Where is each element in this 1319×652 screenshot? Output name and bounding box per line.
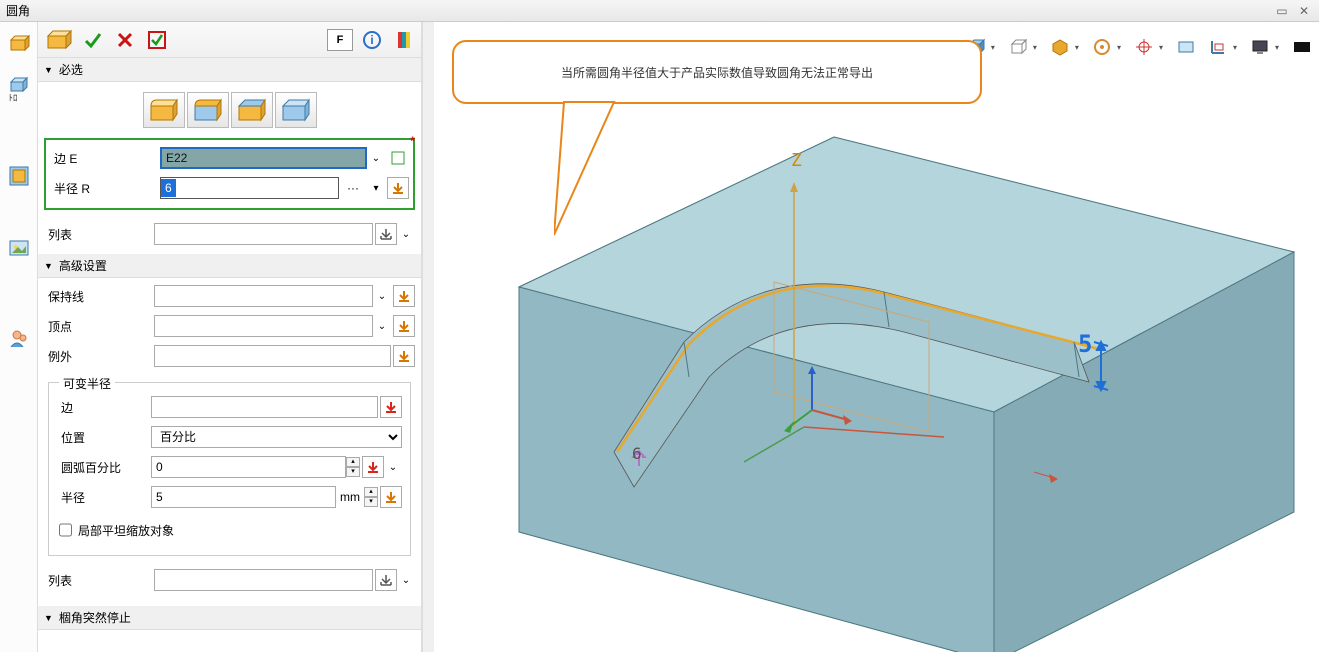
vertex-input[interactable] xyxy=(154,315,373,337)
fillet-panel: F i ▼必选 边 E ⌄ 半径 R 6 ··· ▾ xyxy=(38,22,422,652)
keepline-label: 保持线 xyxy=(44,288,154,305)
ok-icon[interactable] xyxy=(80,27,106,53)
keepline-download-icon[interactable] xyxy=(393,285,415,307)
list-input[interactable] xyxy=(154,223,373,245)
mode-full-round-icon[interactable] xyxy=(231,92,273,128)
fillet-mode-row xyxy=(38,82,421,138)
radius-download-icon[interactable] xyxy=(387,177,409,199)
rail-cube-small-icon[interactable]: ﾄﾛ xyxy=(7,74,31,98)
cancel-icon[interactable] xyxy=(112,27,138,53)
flag-icon[interactable] xyxy=(391,27,417,53)
info-icon[interactable]: i xyxy=(359,27,385,53)
edge-input[interactable] xyxy=(160,147,367,169)
mode-edge-icon[interactable] xyxy=(143,92,185,128)
rail-user-icon[interactable] xyxy=(7,326,31,350)
rail-cube-icon[interactable] xyxy=(7,32,31,56)
f-button[interactable]: F xyxy=(327,29,353,51)
spin-down-icon[interactable]: ▾ xyxy=(364,497,378,507)
vertex-label: 顶点 xyxy=(44,318,154,335)
left-rail: ﾄﾛ xyxy=(0,22,38,652)
vr-radius-download-icon[interactable] xyxy=(380,486,402,508)
vertex-download-icon[interactable] xyxy=(393,315,415,337)
edge-chevron-icon[interactable]: ⌄ xyxy=(367,153,385,164)
spin-up-icon[interactable]: ▴ xyxy=(364,487,378,497)
vr-edge-input[interactable] xyxy=(151,396,378,418)
panel-toolbar: F i xyxy=(38,22,421,58)
spin-down-icon[interactable]: ▾ xyxy=(346,467,360,477)
spin-up-icon[interactable]: ▴ xyxy=(346,457,360,467)
viewport-3d[interactable]: ▾ ▾ ▾ ▾ ▾ ▾ ▾ xyxy=(434,22,1319,652)
dimension-5: 5 xyxy=(1078,330,1092,358)
variable-radius-group: 可变半径 边 位置 百分比 圆弧百分比 ▴▾ ⌄ 半径 mm ▴▾ xyxy=(48,382,411,556)
keepline-input[interactable] xyxy=(154,285,373,307)
radius-dropdown-icon[interactable]: ▾ xyxy=(367,183,385,194)
vr-arc-percent-input[interactable] xyxy=(151,456,346,478)
section-corner-header[interactable]: ▼棝角突然停止 xyxy=(38,606,421,630)
vr-arc-download-icon[interactable] xyxy=(362,456,384,478)
vr-list-input[interactable] xyxy=(154,569,373,591)
vr-list-chevron-icon[interactable]: ⌄ xyxy=(397,575,415,586)
edge-pick-icon[interactable] xyxy=(387,147,409,169)
keepline-chevron-icon[interactable]: ⌄ xyxy=(373,291,391,302)
variable-radius-legend: 可变半径 xyxy=(59,375,115,392)
radius-label: 半径 R xyxy=(50,180,160,197)
section-advanced-header[interactable]: ▼高级设置 xyxy=(38,254,421,278)
local-flat-checkbox[interactable] xyxy=(59,519,72,541)
vertex-chevron-icon[interactable]: ⌄ xyxy=(373,321,391,332)
vr-radius-input[interactable] xyxy=(151,486,336,508)
callout-tail xyxy=(554,100,754,250)
list-import-icon[interactable] xyxy=(375,223,397,245)
svg-text:i: i xyxy=(370,33,373,47)
rail-image-icon[interactable] xyxy=(7,236,31,260)
radius-input[interactable]: 6 xyxy=(160,177,339,199)
dimension-6: 6 xyxy=(632,444,642,463)
vr-arc-chevron-icon[interactable]: ⌄ xyxy=(384,462,402,473)
apply-icon[interactable] xyxy=(42,24,74,56)
mode-tri-tangent-icon[interactable] xyxy=(275,92,317,128)
window-title: 圆角 xyxy=(6,2,30,19)
vr-position-select[interactable]: 百分比 xyxy=(151,426,402,448)
check-box-icon[interactable] xyxy=(144,27,170,53)
callout-bubble: 当所需圆角半径值大于产品实际数值导致圆角无法正常导出 xyxy=(452,40,982,104)
exception-label: 例外 xyxy=(44,348,154,365)
warning-star-icon: * xyxy=(410,134,415,148)
close-icon[interactable]: ✕ xyxy=(1295,4,1313,18)
minimize-icon[interactable]: ▭ xyxy=(1272,4,1291,18)
axis-z-label: Z xyxy=(791,150,802,171)
edge-label: 边 E xyxy=(50,150,160,167)
mode-face-icon[interactable] xyxy=(187,92,229,128)
panel-scrollbar[interactable] xyxy=(422,22,434,652)
list-chevron-icon[interactable]: ⌄ xyxy=(397,229,415,240)
vr-edge-download-icon[interactable] xyxy=(380,396,402,418)
exception-download-icon[interactable] xyxy=(393,345,415,367)
exception-input[interactable] xyxy=(154,345,391,367)
vr-list-import-icon[interactable] xyxy=(375,569,397,591)
title-bar: 圆角 ▭ ✕ xyxy=(0,0,1319,22)
section-required-header[interactable]: ▼必选 xyxy=(38,58,421,82)
rail-layer-icon[interactable] xyxy=(7,164,31,188)
required-params-box: 边 E ⌄ 半径 R 6 ··· ▾ * xyxy=(44,138,415,210)
list-label: 列表 xyxy=(44,226,154,243)
